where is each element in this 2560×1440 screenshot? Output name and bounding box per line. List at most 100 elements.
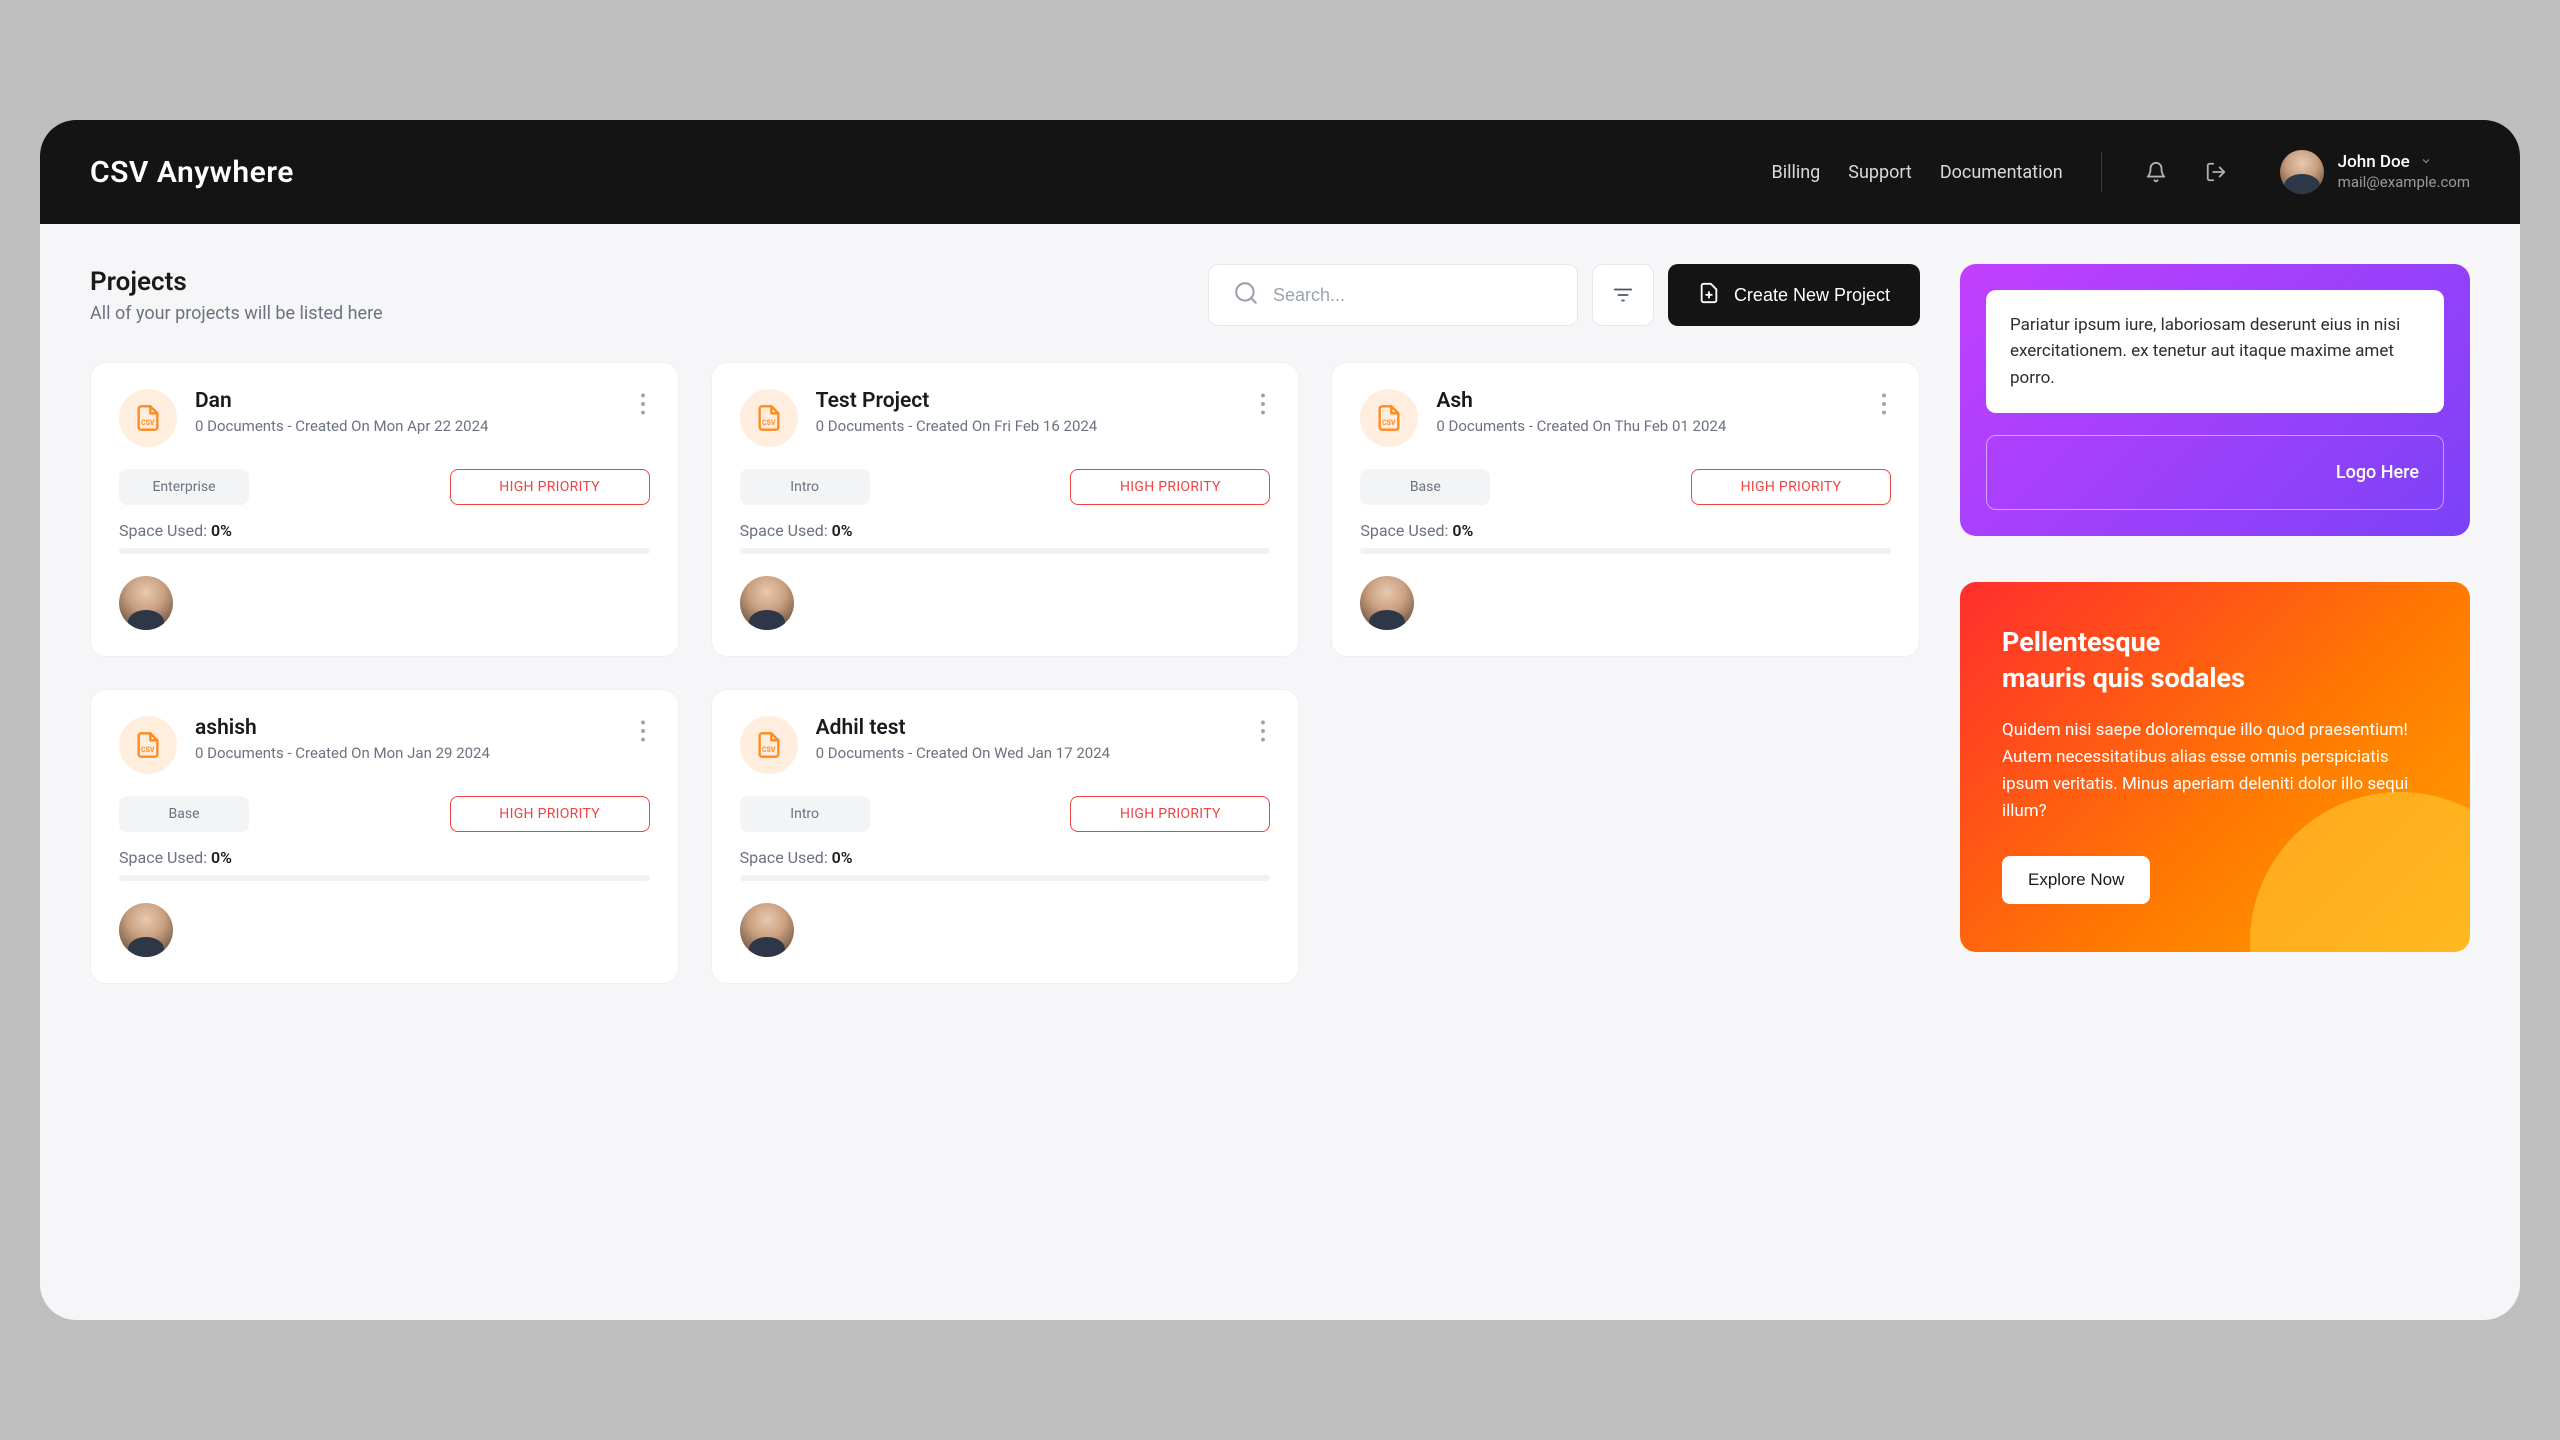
promo-body: Quidem nisi saepe doloremque illo quod p… <box>2002 717 2428 826</box>
search-icon <box>1233 280 1259 310</box>
search-input[interactable] <box>1273 285 1553 306</box>
page-actions: Create New Project <box>1208 264 1920 326</box>
card-menu-button[interactable] <box>1256 389 1270 419</box>
page-subtitle: All of your projects will be listed here <box>90 303 383 324</box>
csv-icon: CSV <box>740 389 798 447</box>
space-used-value: 0% <box>211 848 232 867</box>
promo-card-purple: Pariatur ipsum iure, laboriosam deserunt… <box>1960 264 2470 536</box>
svg-text:CSV: CSV <box>762 746 776 754</box>
project-card[interactable]: CSV ashish 0 Documents - Created On Mon … <box>90 689 679 984</box>
space-used-value: 0% <box>832 521 853 540</box>
plan-badge: Base <box>119 796 249 832</box>
promo-logo-box: Logo Here <box>1986 435 2444 510</box>
plan-badge: Intro <box>740 469 870 505</box>
progress-bar <box>119 875 650 881</box>
card-header: CSV Ash 0 Documents - Created On Thu Feb… <box>1360 389 1891 447</box>
project-name: ashish <box>195 716 618 740</box>
card-titles: Adhil test 0 Documents - Created On Wed … <box>816 716 1239 762</box>
projects-grid: CSV Dan 0 Documents - Created On Mon Apr… <box>90 362 1920 984</box>
svg-text:CSV: CSV <box>1382 419 1396 427</box>
page-header: Projects All of your projects will be li… <box>90 264 1920 326</box>
card-menu-button[interactable] <box>636 389 650 419</box>
progress-bar <box>740 875 1271 881</box>
logout-icon[interactable] <box>2200 156 2232 188</box>
avatar <box>740 576 794 630</box>
bell-icon[interactable] <box>2140 156 2172 188</box>
member-avatars <box>119 903 650 957</box>
priority-badge: HIGH PRIORITY <box>1691 469 1891 505</box>
card-titles: ashish 0 Documents - Created On Mon Jan … <box>195 716 618 762</box>
card-header: CSV Test Project 0 Documents - Created O… <box>740 389 1271 447</box>
project-name: Ash <box>1436 389 1859 413</box>
progress-bar <box>740 548 1271 554</box>
app-window: CSV Anywhere Billing Support Documentati… <box>40 120 2520 1320</box>
plan-badge: Intro <box>740 796 870 832</box>
project-meta: 0 Documents - Created On Fri Feb 16 2024 <box>816 417 1239 435</box>
csv-icon: CSV <box>740 716 798 774</box>
side-panel: Pariatur ipsum iure, laboriosam deserunt… <box>1960 264 2470 1270</box>
progress-bar <box>119 548 650 554</box>
card-tags: Enterprise HIGH PRIORITY <box>119 469 650 505</box>
brand: CSV Anywhere <box>90 155 294 190</box>
add-file-icon <box>1698 282 1720 309</box>
content-area: Projects All of your projects will be li… <box>90 264 1920 1270</box>
card-titles: Test Project 0 Documents - Created On Fr… <box>816 389 1239 435</box>
avatar <box>740 903 794 957</box>
card-menu-button[interactable] <box>1877 389 1891 419</box>
project-meta: 0 Documents - Created On Thu Feb 01 2024 <box>1436 417 1859 435</box>
nav: Billing Support Documentation John Doe <box>1772 150 2471 194</box>
project-meta: 0 Documents - Created On Wed Jan 17 2024 <box>816 744 1239 762</box>
project-card[interactable]: CSV Test Project 0 Documents - Created O… <box>711 362 1300 657</box>
space-used-value: 0% <box>832 848 853 867</box>
csv-icon: CSV <box>119 389 177 447</box>
search-box[interactable] <box>1208 264 1578 326</box>
project-card[interactable]: CSV Ash 0 Documents - Created On Thu Feb… <box>1331 362 1920 657</box>
svg-text:CSV: CSV <box>762 419 776 427</box>
chevron-down-icon <box>2420 152 2432 172</box>
card-tags: Base HIGH PRIORITY <box>119 796 650 832</box>
plan-badge: Base <box>1360 469 1490 505</box>
user-menu[interactable]: John Doe mail@example.com <box>2280 150 2470 194</box>
space-used-row: Space Used: 0% <box>1360 521 1891 540</box>
space-used-row: Space Used: 0% <box>119 521 650 540</box>
space-used-row: Space Used: 0% <box>740 521 1271 540</box>
promo-heading: Pellentesque mauris quis sodales <box>2002 624 2428 697</box>
project-card[interactable]: CSV Adhil test 0 Documents - Created On … <box>711 689 1300 984</box>
nav-support[interactable]: Support <box>1848 162 1912 183</box>
member-avatars <box>119 576 650 630</box>
header: CSV Anywhere Billing Support Documentati… <box>40 120 2520 224</box>
nav-documentation[interactable]: Documentation <box>1940 162 2063 183</box>
space-used-row: Space Used: 0% <box>119 848 650 867</box>
project-name: Test Project <box>816 389 1239 413</box>
nav-billing[interactable]: Billing <box>1772 162 1821 183</box>
card-titles: Dan 0 Documents - Created On Mon Apr 22 … <box>195 389 618 435</box>
card-menu-button[interactable] <box>1256 716 1270 746</box>
progress-bar <box>1360 548 1891 554</box>
project-name: Adhil test <box>816 716 1239 740</box>
user-name: John Doe <box>2338 151 2470 173</box>
member-avatars <box>1360 576 1891 630</box>
member-avatars <box>740 903 1271 957</box>
promo-text: Pariatur ipsum iure, laboriosam deserunt… <box>1986 290 2444 413</box>
explore-now-button[interactable]: Explore Now <box>2002 856 2150 904</box>
plan-badge: Enterprise <box>119 469 249 505</box>
member-avatars <box>740 576 1271 630</box>
avatar <box>119 576 173 630</box>
avatar <box>2280 150 2324 194</box>
card-header: CSV Adhil test 0 Documents - Created On … <box>740 716 1271 774</box>
create-project-button[interactable]: Create New Project <box>1668 264 1920 326</box>
svg-text:CSV: CSV <box>141 419 155 427</box>
space-used-row: Space Used: 0% <box>740 848 1271 867</box>
csv-icon: CSV <box>1360 389 1418 447</box>
priority-badge: HIGH PRIORITY <box>450 796 650 832</box>
card-tags: Base HIGH PRIORITY <box>1360 469 1891 505</box>
project-card[interactable]: CSV Dan 0 Documents - Created On Mon Apr… <box>90 362 679 657</box>
card-menu-button[interactable] <box>636 716 650 746</box>
card-tags: Intro HIGH PRIORITY <box>740 469 1271 505</box>
card-titles: Ash 0 Documents - Created On Thu Feb 01 … <box>1436 389 1859 435</box>
svg-text:CSV: CSV <box>141 746 155 754</box>
space-used-value: 0% <box>211 521 232 540</box>
filter-button[interactable] <box>1592 264 1654 326</box>
project-name: Dan <box>195 389 618 413</box>
user-info: John Doe mail@example.com <box>2338 151 2470 193</box>
